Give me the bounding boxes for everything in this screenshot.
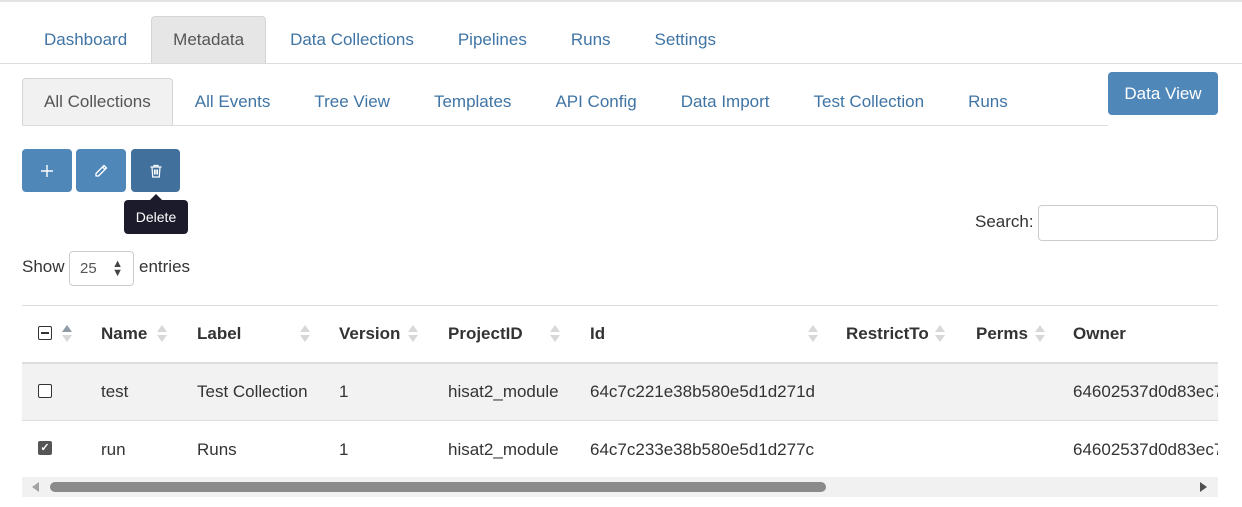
data-view-button[interactable]: Data View [1108, 72, 1218, 115]
plus-icon [41, 164, 53, 177]
tab-settings[interactable]: Settings [633, 16, 738, 63]
cell-name: run [101, 439, 126, 459]
select-all-checkbox[interactable] [38, 326, 52, 340]
sort-icon [157, 325, 167, 343]
search-label: Search: [975, 212, 1034, 231]
metadata-sub-tabs: All Collections All Events Tree View Tem… [22, 76, 1108, 126]
scroll-right-icon[interactable] [1200, 482, 1207, 492]
collections-table: Name Label Version ProjectID Id Restrict… [22, 305, 1218, 477]
entries-label: entries [139, 257, 191, 276]
subtab-all-events[interactable]: All Events [173, 78, 293, 125]
header-select-cell[interactable] [22, 306, 82, 362]
cell-name: test [101, 382, 129, 401]
tab-pipelines[interactable]: Pipelines [436, 16, 549, 63]
cell-label: Test Collection [197, 382, 308, 401]
select-arrows-icon: ▲ ▼ [112, 258, 123, 279]
header-name[interactable]: Name [101, 306, 147, 362]
cell-version: 1 [339, 439, 349, 459]
subtab-all-collections[interactable]: All Collections [22, 78, 173, 125]
subtab-data-import[interactable]: Data Import [659, 78, 792, 125]
entries-select[interactable]: 25 ▲ ▼ [69, 251, 134, 286]
row-checkbox-checked[interactable]: ✓ [38, 441, 52, 455]
scrollbar-thumb[interactable] [50, 482, 826, 492]
entries-select-value: 25 [80, 260, 97, 277]
cell-version: 1 [339, 382, 349, 401]
subtab-tree-view[interactable]: Tree View [292, 78, 412, 125]
sort-icon [300, 325, 310, 343]
row-checkbox[interactable] [38, 384, 52, 398]
delete-button[interactable] [131, 149, 180, 192]
sort-icon [408, 325, 418, 343]
scroll-left-icon[interactable] [32, 482, 39, 492]
trash-icon [150, 164, 161, 178]
header-perms[interactable]: Perms [976, 306, 1028, 362]
add-button[interactable] [22, 149, 72, 192]
table-row[interactable]: test Test Collection 1 hisat2_module 64c… [22, 364, 1218, 421]
sort-icon [935, 325, 945, 343]
tab-data-collections[interactable]: Data Collections [268, 16, 436, 63]
delete-tooltip: Delete [124, 194, 188, 234]
pencil-icon [95, 164, 108, 177]
subtab-runs[interactable]: Runs [946, 78, 1030, 125]
cell-id: 64c7c233e38b580e5d1d277c [590, 439, 815, 459]
sort-icon [62, 325, 72, 343]
cell-projectid: hisat2_module [448, 439, 559, 459]
main-nav-tabs: Dashboard Metadata Data Collections Pipe… [0, 15, 1242, 64]
show-label: Show [22, 257, 65, 276]
sort-icon [550, 325, 560, 343]
subtab-templates[interactable]: Templates [412, 78, 533, 125]
search-input[interactable] [1038, 205, 1218, 241]
cell-owner: 64602537d0d83ec7 [1073, 439, 1218, 459]
header-id[interactable]: Id [590, 306, 605, 362]
table-row[interactable]: ✓ run Runs 1 hisat2_module 64c7c233e38b5… [22, 421, 1218, 477]
header-version[interactable]: Version [339, 306, 400, 362]
cell-label: Runs [197, 439, 237, 459]
sort-icon [1035, 325, 1045, 343]
subtab-test-collection[interactable]: Test Collection [792, 78, 947, 125]
table-header-row: Name Label Version ProjectID Id Restrict… [22, 306, 1218, 364]
tab-dashboard[interactable]: Dashboard [22, 16, 149, 63]
tab-metadata[interactable]: Metadata [151, 16, 267, 63]
cell-owner: 64602537d0d83ec7 [1073, 382, 1218, 401]
header-label[interactable]: Label [197, 306, 241, 362]
header-projectid[interactable]: ProjectID [448, 306, 523, 362]
cell-projectid: hisat2_module [448, 382, 559, 401]
cell-id: 64c7c221e38b580e5d1d271d [590, 382, 816, 401]
subtab-api-config[interactable]: API Config [533, 78, 658, 125]
horizontal-scrollbar[interactable] [22, 477, 1218, 497]
sort-icon [808, 325, 818, 343]
tab-runs[interactable]: Runs [549, 16, 633, 63]
header-owner[interactable]: Owner [1073, 306, 1126, 362]
edit-button[interactable] [76, 149, 126, 192]
header-restrictto[interactable]: RestrictTo [846, 306, 929, 362]
